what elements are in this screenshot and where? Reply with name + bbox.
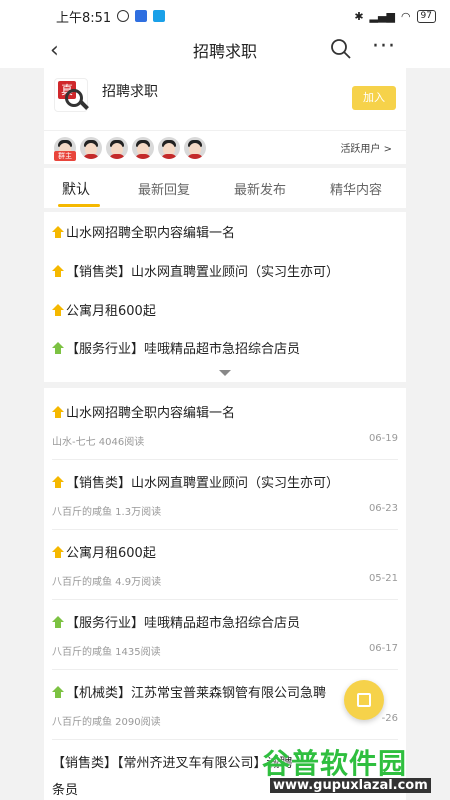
app-notification-icon: [135, 10, 148, 22]
group-logo: 真: [54, 78, 89, 112]
pinned-list: 山水网招聘全职内容编辑一名 【销售类】山水网直聘置业顾问（实习生亦可） 公寓月租…: [44, 212, 406, 382]
pinned-item[interactable]: 山水网招聘全职内容编辑一名: [52, 222, 235, 241]
post-item[interactable]: 【服务行业】哇哦精品超市急招综合店员 八百斤的咸鱼 1435阅读 06-17: [52, 612, 398, 670]
alarm-icon: [117, 10, 130, 22]
avatar[interactable]: [132, 137, 154, 159]
active-users-link[interactable]: 活跃用户 >: [340, 140, 392, 155]
pinned-item[interactable]: 【销售类】山水网直聘置业顾问（实习生亦可）: [52, 261, 339, 280]
post-date: 06-23: [368, 503, 398, 514]
tab-latest-reply[interactable]: 最新回复: [138, 179, 190, 198]
pin-up-arrow-icon: [52, 545, 64, 558]
group-header: 真 招聘求职 加入: [44, 68, 406, 130]
post-meta: 八百斤的咸鱼 4.9万阅读: [52, 577, 162, 588]
compose-button[interactable]: [344, 680, 384, 720]
avatar[interactable]: [158, 137, 180, 159]
nav-bar: ‹ 招聘求职 ···: [0, 32, 450, 68]
watermark-url: www.gupuxlazal.com: [270, 778, 431, 793]
tab-featured[interactable]: 精华内容: [330, 179, 382, 198]
pinned-item[interactable]: 【服务行业】哇哦精品超市急招综合店员: [52, 338, 300, 357]
edit-icon: [357, 693, 371, 707]
page-title: 招聘求职: [192, 42, 257, 61]
post-meta: 山水-七七 4046阅读: [52, 437, 145, 448]
avatar[interactable]: [80, 137, 102, 159]
pin-up-arrow-icon: [52, 685, 64, 698]
battery-icon: 97: [416, 9, 436, 23]
status-bar: 上午8:51 ✱ ▂▄▆ ◠ 97: [0, 0, 450, 32]
wifi-icon: ◠: [400, 9, 411, 23]
join-button[interactable]: 加入: [352, 86, 396, 110]
tab-indicator: [58, 204, 100, 207]
post-feed: 山水网招聘全职内容编辑一名 山水-七七 4046阅读 06-19 【销售类】山水网…: [44, 388, 406, 800]
post-meta: 八百斤的咸鱼 1435阅读: [52, 647, 161, 658]
bluetooth-icon: ✱: [354, 9, 364, 23]
post-date: 05-21: [368, 573, 398, 584]
pin-up-arrow-icon: [52, 341, 64, 354]
active-users-bar[interactable]: 群主 活跃用户 >: [44, 130, 406, 164]
app-notification-icon: [153, 10, 166, 22]
post-item[interactable]: 公寓月租600起 八百斤的咸鱼 4.9万阅读 05-21: [52, 542, 398, 600]
watermark: 谷普软件园 www.gupuxlazal.com: [262, 740, 448, 798]
tab-bar: 默认 最新回复 最新发布 精华内容: [44, 168, 406, 208]
pin-up-arrow-icon: [52, 615, 64, 628]
tab-latest-post[interactable]: 最新发布: [234, 179, 286, 198]
post-meta: 八百斤的咸鱼 1.3万阅读: [52, 507, 162, 518]
pin-up-arrow-icon: [52, 225, 64, 238]
tab-default[interactable]: 默认: [62, 179, 90, 199]
search-icon[interactable]: [330, 38, 352, 60]
back-icon[interactable]: ‹: [50, 38, 59, 63]
pin-up-arrow-icon: [52, 303, 64, 316]
post-meta: 八百斤的咸鱼 2090阅读: [52, 717, 161, 728]
status-time: 上午8:51: [56, 10, 112, 26]
expand-chevron-icon[interactable]: [219, 370, 231, 376]
pin-up-arrow-icon: [52, 475, 64, 488]
pin-up-arrow-icon: [52, 405, 64, 418]
avatar[interactable]: [106, 137, 128, 159]
post-date: 06-17: [368, 643, 398, 654]
post-item[interactable]: 山水网招聘全职内容编辑一名 山水-七七 4046阅读 06-19: [52, 402, 398, 460]
more-icon[interactable]: ···: [372, 34, 396, 59]
pinned-item[interactable]: 公寓月租600起: [52, 300, 156, 319]
group-name: 招聘求职: [102, 84, 158, 100]
avatar[interactable]: [184, 137, 206, 159]
post-date: 06-19: [368, 433, 398, 444]
pin-up-arrow-icon: [52, 264, 64, 277]
post-date: -26: [381, 713, 398, 724]
signal-icon: ▂▄▆: [369, 9, 395, 23]
post-item[interactable]: 【销售类】山水网直聘置业顾问（实习生亦可） 八百斤的咸鱼 1.3万阅读 06-23: [52, 472, 398, 530]
watermark-name: 谷普软件园: [262, 747, 408, 780]
post-title-continued: 条员: [52, 783, 79, 798]
owner-badge: 群主: [54, 151, 76, 161]
